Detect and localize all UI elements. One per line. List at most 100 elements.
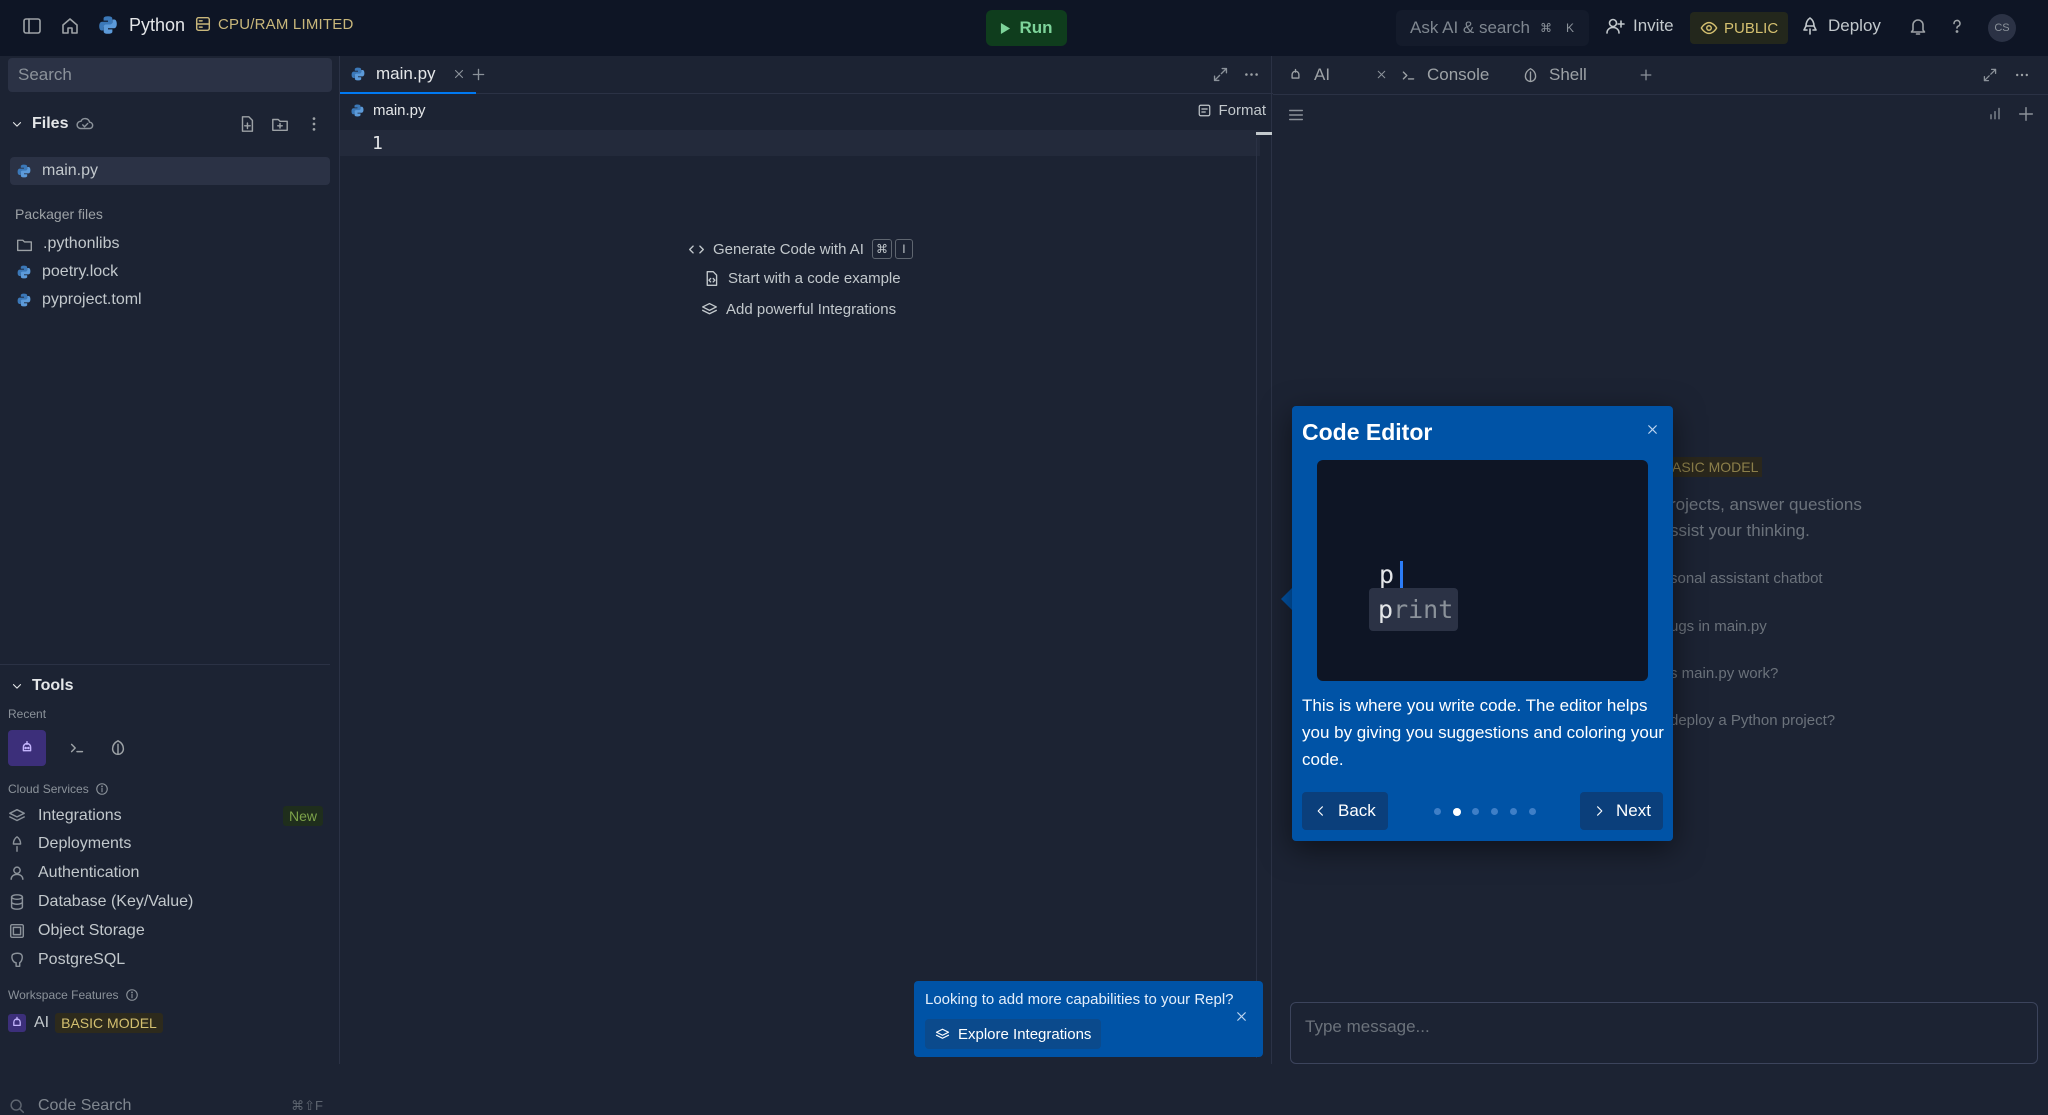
message-input[interactable]: Type message... [1290, 1002, 2038, 1064]
tab-label: Console [1427, 65, 1490, 84]
visibility-badge[interactable]: PUBLIC [1690, 12, 1789, 44]
code-sparkle-icon [688, 241, 705, 258]
code-editor-pane: main.py main.py Format 1 Generate Code w… [339, 56, 1273, 1064]
deploy-icon [8, 835, 26, 853]
tool-code-search[interactable]: Code Search ⌘⇧F [8, 1097, 323, 1115]
close-icon[interactable] [1645, 422, 1660, 437]
cloud-check-icon [76, 115, 94, 133]
tool-ai[interactable]: AI BASIC MODEL [8, 1013, 163, 1033]
deploy-button[interactable]: Deploy [1800, 16, 1881, 36]
tool-authentication[interactable]: Authentication [8, 864, 139, 882]
layers-icon [8, 807, 26, 825]
file-code-icon [703, 270, 720, 287]
new-folder-icon[interactable] [271, 115, 289, 133]
file-item-pythonlibs[interactable]: .pythonlibs [10, 230, 330, 258]
search-input[interactable]: Search [8, 58, 332, 92]
tool-label: Integrations [38, 807, 122, 824]
add-integrations-action[interactable]: Add powerful Integrations [701, 301, 896, 318]
scrollbar[interactable] [1256, 132, 1272, 135]
explore-integrations-button[interactable]: Explore Integrations [925, 1019, 1102, 1049]
add-tab-icon[interactable] [1638, 67, 1654, 83]
tool-object-storage[interactable]: Object Storage [8, 922, 145, 940]
info-icon[interactable] [125, 988, 139, 1002]
shortcut-key: ⌘ [1540, 21, 1552, 35]
start-code-example-action[interactable]: Start with a code example [703, 270, 901, 287]
recent-tool-console[interactable] [58, 730, 96, 766]
avatar[interactable]: CS [1988, 14, 2016, 42]
close-icon[interactable] [452, 67, 466, 81]
new-chat-icon[interactable] [2017, 105, 2035, 123]
sidebar: Search Files main.py Packager files .pyt… [0, 56, 338, 1114]
cpu-ram-badge[interactable]: CPU/RAM LIMITED [194, 15, 354, 33]
tab-main-py[interactable]: main.py [340, 56, 476, 94]
bell-icon[interactable] [1908, 16, 1928, 36]
packager-files-title: Packager files [15, 206, 103, 222]
ai-icon [1287, 67, 1304, 84]
recent-tool-shell[interactable] [99, 730, 137, 766]
breadcrumb[interactable]: main.py [350, 102, 426, 119]
step-dot[interactable] [1434, 808, 1441, 815]
scrollbar-track[interactable] [1256, 138, 1257, 1058]
invite-button[interactable]: Invite [1605, 16, 1674, 36]
suggestion-rest: rint [1393, 595, 1454, 624]
files-header[interactable]: Files [10, 115, 94, 133]
back-button[interactable]: Back [1302, 792, 1388, 830]
close-icon[interactable] [1234, 1009, 1249, 1024]
chevron-right-icon [1592, 804, 1606, 818]
tool-postgresql[interactable]: PostgreSQL [8, 951, 125, 969]
python-file-icon [16, 163, 32, 179]
ghost-suggestion[interactable]: s main.py work? [1670, 665, 1778, 682]
chart-icon[interactable] [1987, 106, 2003, 122]
ghost-intro-line-1: rojects, answer questions [1670, 495, 1862, 514]
step-dot[interactable] [1510, 808, 1517, 815]
cloud-services-label: Cloud Services [8, 782, 109, 796]
ghost-suggestion[interactable]: ugs in main.py [1670, 618, 1767, 635]
file-item-main-py[interactable]: main.py [10, 157, 330, 185]
layers-icon [701, 301, 718, 318]
deploy-icon [1800, 16, 1820, 36]
repl-name-label: Python [129, 14, 186, 35]
ask-ai-search[interactable]: Ask AI & search ⌘ K [1396, 10, 1589, 46]
step-dot[interactable] [1491, 808, 1498, 815]
close-icon[interactable] [1375, 68, 1388, 81]
recent-tool-ai[interactable] [8, 730, 46, 766]
tool-database[interactable]: Database (Key/Value) [8, 893, 193, 911]
storage-icon [8, 922, 26, 940]
ghost-suggestion[interactable]: sonal assistant chatbot [1670, 570, 1823, 587]
chevron-down-icon [10, 117, 24, 131]
step-dot[interactable] [1472, 808, 1479, 815]
expand-icon[interactable] [1212, 66, 1229, 83]
more-vertical-icon[interactable] [305, 115, 323, 133]
tab-console[interactable]: Console [1400, 56, 1489, 94]
server-icon [194, 15, 212, 33]
add-tab-icon[interactable] [470, 66, 487, 83]
terminal-icon [68, 739, 86, 757]
ghost-intro-line-2: ssist your thinking. [1670, 521, 1810, 540]
run-button[interactable]: Run [986, 10, 1067, 46]
format-button[interactable]: Format [1197, 102, 1266, 119]
home-icon[interactable] [60, 16, 80, 36]
more-horizontal-icon[interactable] [2014, 67, 2030, 83]
next-button[interactable]: Next [1580, 792, 1663, 830]
menu-icon[interactable] [1287, 106, 1305, 124]
tool-deployments[interactable]: Deployments [8, 835, 131, 853]
generate-code-ai-action[interactable]: Generate Code with AI ⌘ I [688, 239, 913, 259]
add-user-icon [1605, 16, 1625, 36]
repl-title[interactable]: Python [97, 14, 185, 36]
expand-icon[interactable] [1982, 67, 1998, 83]
shell-icon [109, 739, 127, 757]
step-dot[interactable] [1453, 808, 1461, 816]
tab-ai[interactable]: AI [1287, 56, 1330, 94]
more-horizontal-icon[interactable] [1243, 66, 1260, 83]
step-dot[interactable] [1529, 808, 1536, 815]
new-file-icon[interactable] [238, 115, 256, 133]
sidebar-toggle-icon[interactable] [22, 16, 42, 36]
file-item-poetry-lock[interactable]: poetry.lock [10, 258, 330, 286]
file-item-pyproject-toml[interactable]: pyproject.toml [10, 286, 330, 314]
ghost-suggestion[interactable]: deploy a Python project? [1670, 712, 1835, 729]
tool-integrations[interactable]: Integrations New [8, 806, 323, 826]
tab-shell[interactable]: Shell [1522, 56, 1587, 94]
tools-header[interactable]: Tools [10, 677, 73, 695]
help-icon[interactable] [1947, 16, 1967, 36]
info-icon[interactable] [95, 782, 109, 796]
